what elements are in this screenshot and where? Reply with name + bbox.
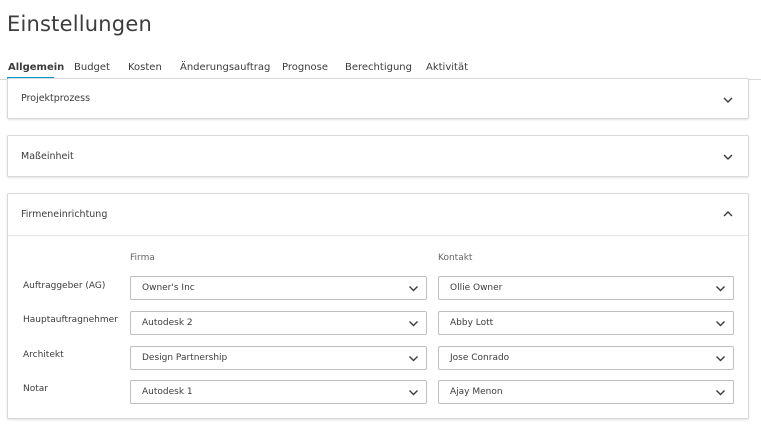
kontakt-select-architekt[interactable]: Jose Conrado [438,346,734,370]
kontakt-select-notar[interactable]: Ajay Menon [438,380,734,404]
select-value: Ollie Owner [450,283,503,293]
panel-projektprozess-title: Projektprozess [21,93,91,104]
select-value: Autodesk 1 [142,387,193,397]
select-value: Ajay Menon [450,387,503,397]
chevron-down-icon [409,390,418,396]
chevron-down-icon[interactable] [722,95,734,105]
row-label-notar: Notar [23,384,48,394]
chevron-down-icon [409,286,418,292]
firma-select-hauptauftragnehmer[interactable]: Autodesk 2 [130,311,427,335]
tab-aktivitaet[interactable]: Aktivität [426,62,468,73]
row-label-hauptauftragnehmer: Hauptauftragnehmer [23,315,118,325]
column-header-kontakt: Kontakt [438,253,473,263]
tab-kosten[interactable]: Kosten [128,62,162,73]
select-value: Owner's Inc [142,283,195,293]
panel-masseinheit-header[interactable]: Maßeinheit [8,136,748,176]
panel-masseinheit-title: Maßeinheit [21,151,74,162]
select-value: Design Partnership [142,353,228,363]
firma-select-notar[interactable]: Autodesk 1 [130,380,427,404]
firma-select-auftraggeber[interactable]: Owner's Inc [130,276,427,300]
panel-masseinheit: Maßeinheit [7,135,749,177]
select-value: Autodesk 2 [142,318,193,328]
company-setup-form: Firma Kontakt Auftraggeber (AG) Owner's … [8,235,748,418]
chevron-down-icon [716,286,725,292]
panel-firmeneinrichtung: Firmeneinrichtung Firma Kontakt Auftragg… [7,193,749,419]
chevron-down-icon [716,356,725,362]
tab-berechtigung[interactable]: Berechtigung [345,62,412,73]
chevron-down-icon [409,356,418,362]
column-header-firma: Firma [130,253,155,263]
page-title: Einstellungen [7,12,152,36]
firma-select-architekt[interactable]: Design Partnership [130,346,427,370]
tab-prognose[interactable]: Prognose [282,62,328,73]
panel-projektprozess: Projektprozess [7,78,749,119]
panel-firmeneinrichtung-header[interactable]: Firmeneinrichtung [8,194,748,234]
chevron-down-icon [409,321,418,327]
tab-budget[interactable]: Budget [74,62,110,73]
kontakt-select-hauptauftragnehmer[interactable]: Abby Lott [438,311,734,335]
chevron-down-icon[interactable] [722,152,734,162]
chevron-down-icon [716,321,725,327]
panel-projektprozess-header[interactable]: Projektprozess [8,79,748,119]
tab-aenderungsauftrag[interactable]: Änderungsauftrag [180,62,270,73]
panel-firmeneinrichtung-title: Firmeneinrichtung [21,209,108,220]
row-label-auftraggeber: Auftraggeber (AG) [23,281,106,291]
row-label-architekt: Architekt [23,350,64,360]
chevron-down-icon [716,390,725,396]
chevron-up-icon[interactable] [722,209,734,219]
tab-bar: Allgemein Budget Kosten Änderungsauftrag… [0,56,761,80]
select-value: Abby Lott [450,318,494,328]
tab-allgemein[interactable]: Allgemein [8,62,64,73]
select-value: Jose Conrado [450,353,510,363]
kontakt-select-auftraggeber[interactable]: Ollie Owner [438,276,734,300]
